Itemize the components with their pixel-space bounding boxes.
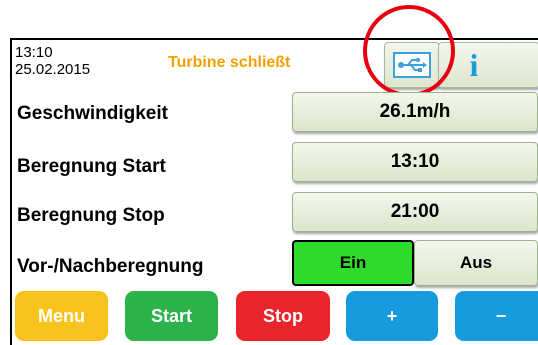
irrigation-stop-label: Beregnung Stop: [17, 205, 165, 226]
stop-button[interactable]: Stop: [236, 291, 330, 341]
speed-label: Geschwindigkeit: [17, 103, 168, 124]
status-text: Turbine schließt: [168, 54, 291, 71]
info-icon: i: [469, 46, 479, 83]
clock-date: 25.02.2015: [15, 61, 91, 78]
pre-post-irrigation-label: Vor-/Nachberegnung: [17, 256, 204, 277]
datetime: 13:10 25.02.2015: [15, 44, 90, 78]
start-button[interactable]: Start: [125, 291, 218, 341]
plus-button[interactable]: +: [346, 291, 438, 341]
irrigation-start-button[interactable]: 13:10: [292, 142, 538, 182]
speed-value-button[interactable]: 26.1m/h: [292, 92, 538, 132]
menu-button[interactable]: Menu: [15, 291, 108, 341]
minus-button[interactable]: −: [455, 291, 538, 341]
toggle-off-button[interactable]: Aus: [414, 240, 538, 286]
highlight-circle: [363, 5, 455, 97]
irrigation-stop-button[interactable]: 21:00: [292, 192, 538, 232]
clock-time: 13:10: [15, 44, 53, 61]
toggle-on-button[interactable]: Ein: [292, 240, 414, 286]
irrigation-start-label: Beregnung Start: [17, 156, 166, 177]
